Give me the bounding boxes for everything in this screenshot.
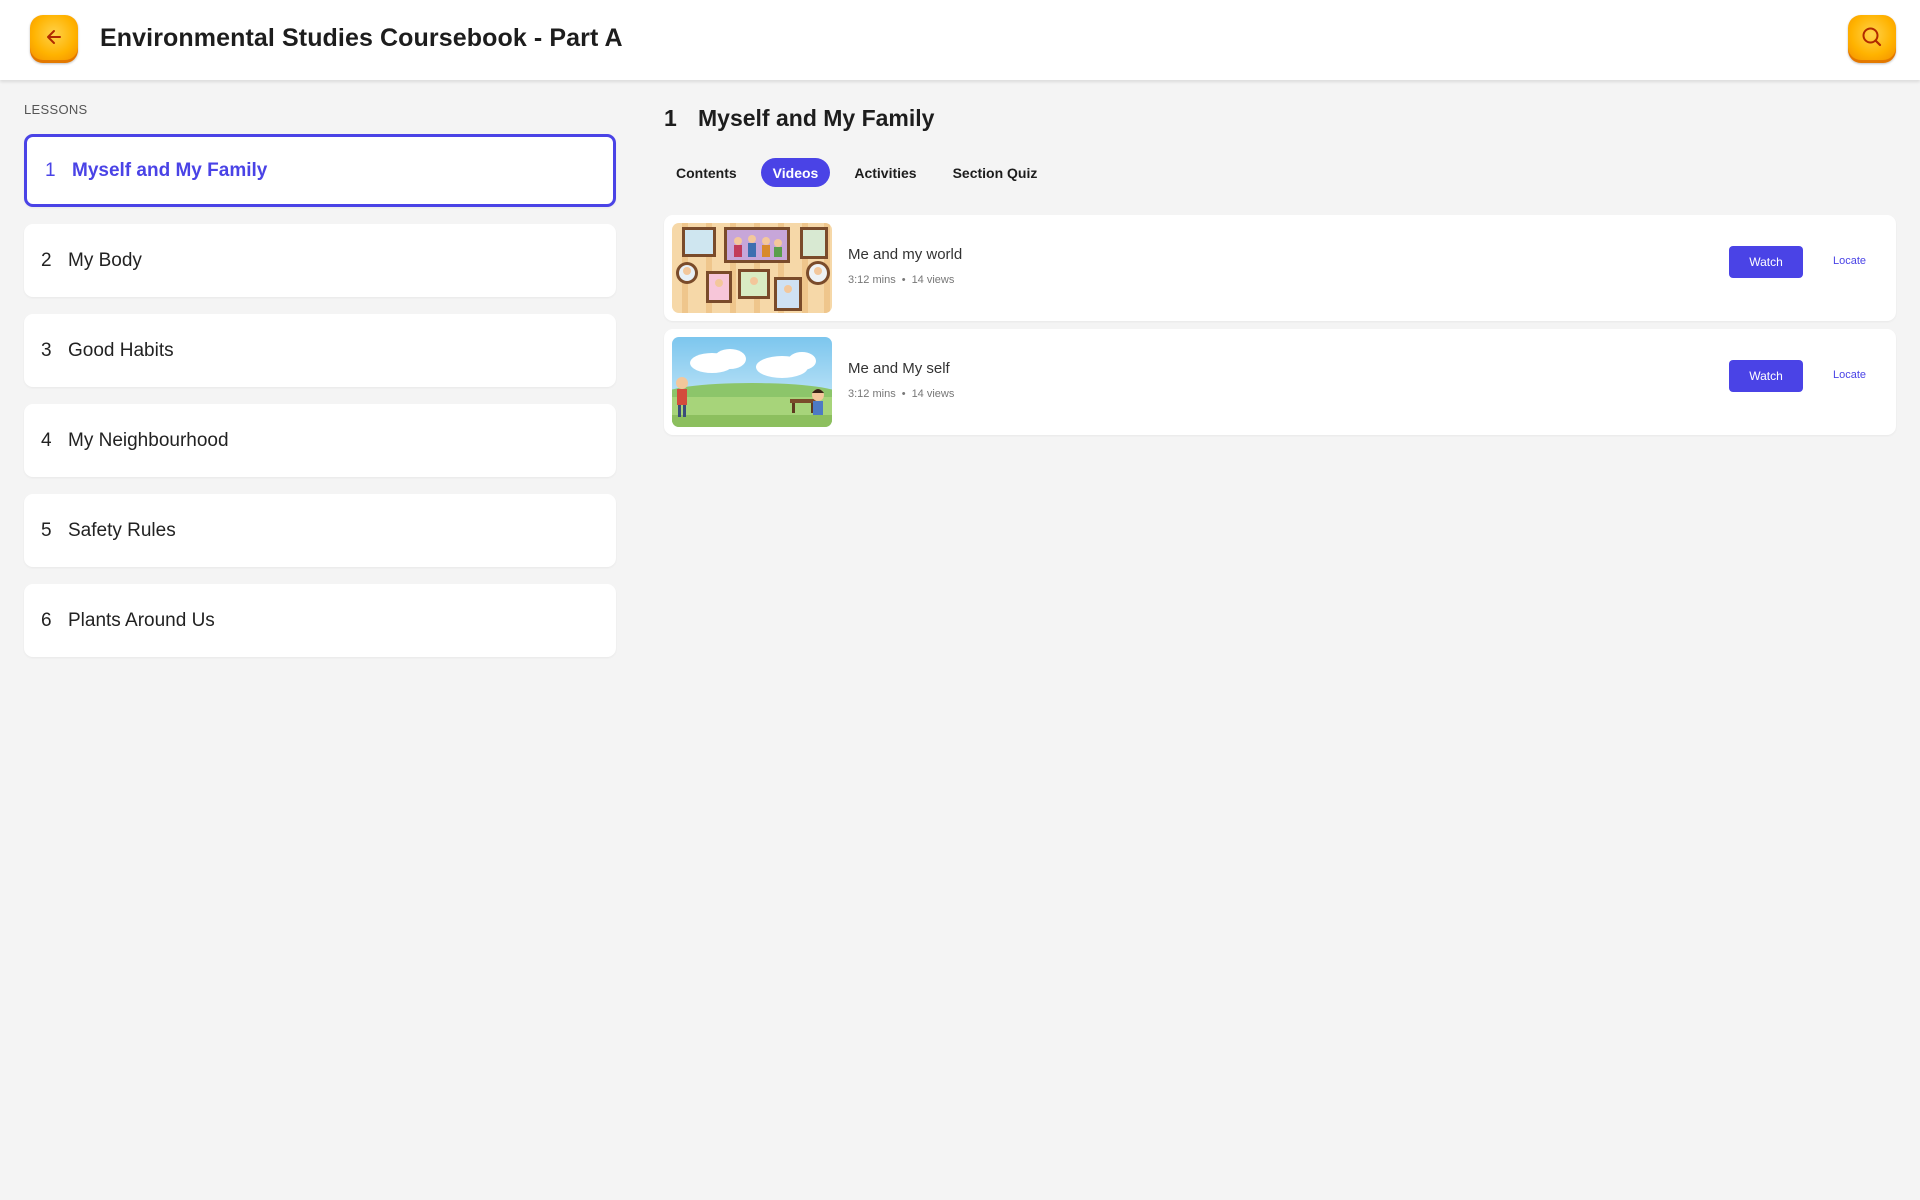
section-number: 1 [664, 105, 677, 131]
lesson-label: Plants Around Us [68, 609, 215, 631]
video-meta: 3:12 mins • 14 views [848, 274, 954, 286]
lesson-item-5[interactable]: 5 Safety Rules [24, 494, 616, 567]
lesson-label: Safety Rules [68, 519, 176, 541]
lesson-number: 4 [41, 429, 52, 451]
video-views: 14 views [911, 274, 955, 286]
video-duration: 3:12 mins [848, 388, 896, 400]
lesson-item-3[interactable]: 3 Good Habits [24, 314, 616, 387]
lesson-item-6[interactable]: 6 Plants Around Us [24, 584, 616, 657]
lesson-item-1[interactable]: 1 Myself and My Family [24, 134, 616, 207]
lesson-label: My Neighbourhood [68, 429, 229, 451]
lessons-heading: LESSONS [24, 102, 88, 117]
lesson-label: Myself and My Family [72, 159, 268, 181]
video-card: Me and my world 3:12 mins • 14 views Watch… [664, 215, 1896, 321]
park-scene-thumbnail[interactable] [672, 337, 832, 427]
section-title-text: Myself and My Family [698, 105, 935, 131]
tab-contents[interactable]: Contents [664, 158, 749, 187]
video-title: Me and my world [848, 246, 963, 263]
section-tabs: Contents Videos Activities Section Quiz [664, 158, 1061, 187]
lesson-item-2[interactable]: 2 My Body [24, 224, 616, 297]
lesson-label: Good Habits [68, 339, 174, 361]
search-icon [1860, 25, 1884, 54]
watch-button[interactable]: Watch [1729, 246, 1803, 278]
lesson-number: 2 [41, 249, 52, 271]
family-photos-thumbnail[interactable] [672, 223, 832, 313]
lesson-number: 3 [41, 339, 52, 361]
section-title: 1 Myself and My Family [664, 105, 934, 132]
app-header: Environmental Studies Coursebook - Part … [0, 0, 1920, 80]
tab-section-quiz[interactable]: Section Quiz [941, 158, 1050, 187]
video-duration: 3:12 mins [848, 274, 896, 286]
video-meta: 3:12 mins • 14 views [848, 388, 954, 400]
lesson-number: 6 [41, 609, 52, 631]
watch-button[interactable]: Watch [1729, 360, 1803, 392]
lesson-list: 1 Myself and My Family 2 My Body 3 Good … [24, 134, 616, 674]
back-button[interactable] [30, 15, 78, 63]
locate-link[interactable]: Locate [1833, 369, 1866, 381]
video-title: Me and My self [848, 360, 950, 377]
tab-videos[interactable]: Videos [760, 158, 831, 187]
video-views: 14 views [911, 388, 955, 400]
separator-dot: • [901, 274, 906, 286]
video-card: Me and My self 3:12 mins • 14 views Watch … [664, 329, 1896, 435]
separator-dot: • [901, 388, 906, 400]
lesson-item-4[interactable]: 4 My Neighbourhood [24, 404, 616, 477]
back-arrow-icon [43, 26, 65, 53]
tab-activities[interactable]: Activities [842, 158, 928, 187]
lesson-number: 5 [41, 519, 52, 541]
page-title: Environmental Studies Coursebook - Part … [100, 24, 623, 52]
search-button[interactable] [1848, 15, 1896, 63]
locate-link[interactable]: Locate [1833, 255, 1866, 267]
lesson-number: 1 [45, 159, 56, 181]
lesson-label: My Body [68, 249, 142, 271]
